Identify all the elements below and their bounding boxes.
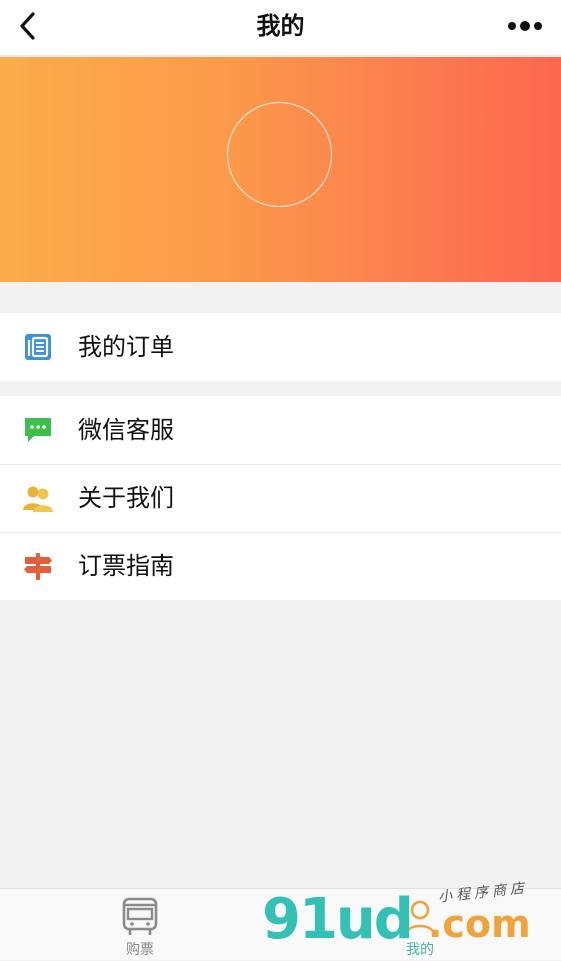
page-title: 我的: [256, 12, 305, 40]
menu-item-booking-guide[interactable]: 订票指南: [0, 532, 561, 600]
nav-header: 我的: [0, 0, 561, 56]
menu-item-label: 微信客服: [78, 416, 174, 444]
avatar[interactable]: [227, 102, 332, 207]
tab-buy-ticket[interactable]: 购票: [80, 889, 200, 961]
more-button[interactable]: [505, 12, 545, 40]
orders-icon: [25, 334, 51, 360]
bus-icon: [122, 897, 158, 935]
tab-label: 我的: [406, 942, 434, 958]
tab-mine[interactable]: 我的: [360, 889, 480, 961]
signpost-icon: [24, 553, 52, 580]
users-icon: [23, 486, 53, 512]
menu-item-label: 关于我们: [78, 484, 174, 512]
profile-icon: [404, 900, 436, 936]
menu-item-orders[interactable]: 我的订单: [0, 313, 561, 381]
tab-label: 购票: [126, 942, 154, 958]
menu-item-about-us[interactable]: 关于我们: [0, 464, 561, 532]
bottom-tab-bar: 购票 我的: [0, 888, 561, 960]
menu-group-info: 微信客服 关于我们 订票指南: [0, 396, 561, 600]
chat-icon: [25, 418, 51, 442]
menu-item-label: 我的订单: [78, 333, 174, 361]
menu-item-wechat-service[interactable]: 微信客服: [0, 396, 561, 464]
more-dots-icon: [508, 21, 542, 31]
menu-group-orders: 我的订单: [0, 313, 561, 381]
menu-item-label: 订票指南: [78, 552, 174, 580]
profile-banner: [0, 57, 561, 282]
